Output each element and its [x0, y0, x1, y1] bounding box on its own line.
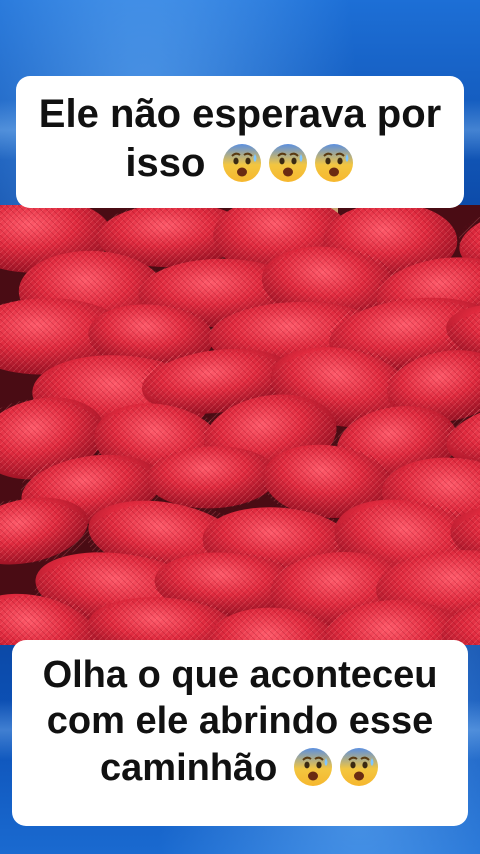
- sack-mesh: [147, 446, 278, 509]
- top-caption-line2: isso: [26, 139, 454, 188]
- top-caption-word: isso: [125, 140, 206, 185]
- bottom-caption-line2: com ele abrindo esse: [46, 700, 434, 743]
- anxious-face-with-sweat-icon: [292, 746, 334, 788]
- red-sacks-image: [0, 205, 480, 645]
- emoji-group: [288, 747, 380, 789]
- bottom-caption-line1: Olha o que aconteceu: [42, 654, 438, 696]
- top-caption-line1: Ele não esperava por: [38, 92, 442, 136]
- anxious-face-with-sweat-icon: [338, 746, 380, 788]
- anxious-face-with-sweat-icon: [221, 142, 263, 184]
- bottom-caption-line3: caminhão: [20, 745, 460, 791]
- anxious-face-with-sweat-icon: [313, 142, 355, 184]
- top-caption: Ele não esperava por isso: [16, 76, 464, 208]
- red-sacks-photo: [0, 205, 480, 645]
- bottom-caption-word: caminhão: [100, 746, 278, 789]
- bottom-caption: Olha o que aconteceu com ele abrindo ess…: [12, 640, 468, 826]
- emoji-group: [217, 141, 355, 185]
- anxious-face-with-sweat-icon: [267, 142, 309, 184]
